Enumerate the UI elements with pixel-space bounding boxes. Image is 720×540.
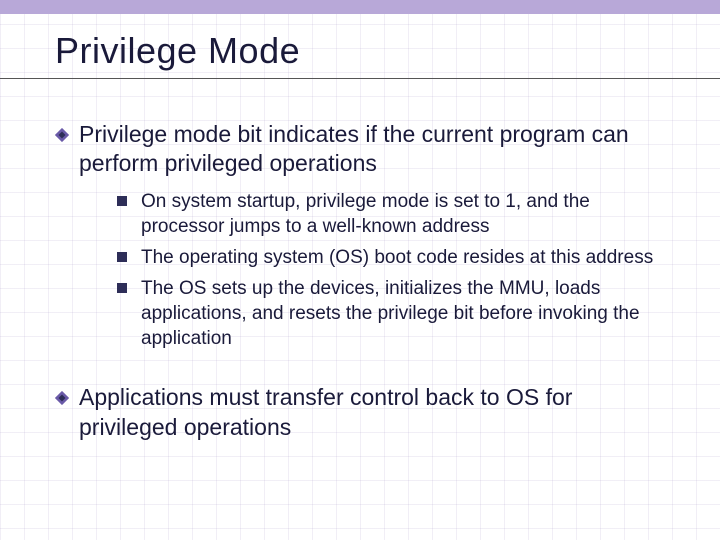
square-bullet-icon — [117, 283, 127, 293]
list-item: The operating system (OS) boot code resi… — [117, 245, 665, 270]
square-bullet-icon — [117, 196, 127, 206]
diamond-bullet-icon — [55, 128, 69, 142]
list-item-text: The operating system (OS) boot code resi… — [141, 245, 653, 270]
slide-title: Privilege Mode — [55, 30, 665, 72]
bullet-list: Privilege mode bit indicates if the curr… — [55, 120, 665, 442]
list-item: The OS sets up the devices, initializes … — [117, 276, 665, 351]
sub-list: On system startup, privilege mode is set… — [117, 189, 665, 351]
list-item-text: On system startup, privilege mode is set… — [141, 189, 665, 239]
slide-content: Privilege Mode Privilege mode bit indica… — [0, 0, 720, 496]
list-item: Privilege mode bit indicates if the curr… — [55, 120, 665, 357]
square-bullet-icon — [117, 252, 127, 262]
list-item: Applications must transfer control back … — [55, 383, 665, 442]
list-item: On system startup, privilege mode is set… — [117, 189, 665, 239]
diamond-bullet-icon — [55, 391, 69, 405]
list-item-text: Privilege mode bit indicates if the curr… — [79, 120, 665, 179]
list-item-text: Applications must transfer control back … — [79, 383, 665, 442]
list-item-text: The OS sets up the devices, initializes … — [141, 276, 665, 351]
